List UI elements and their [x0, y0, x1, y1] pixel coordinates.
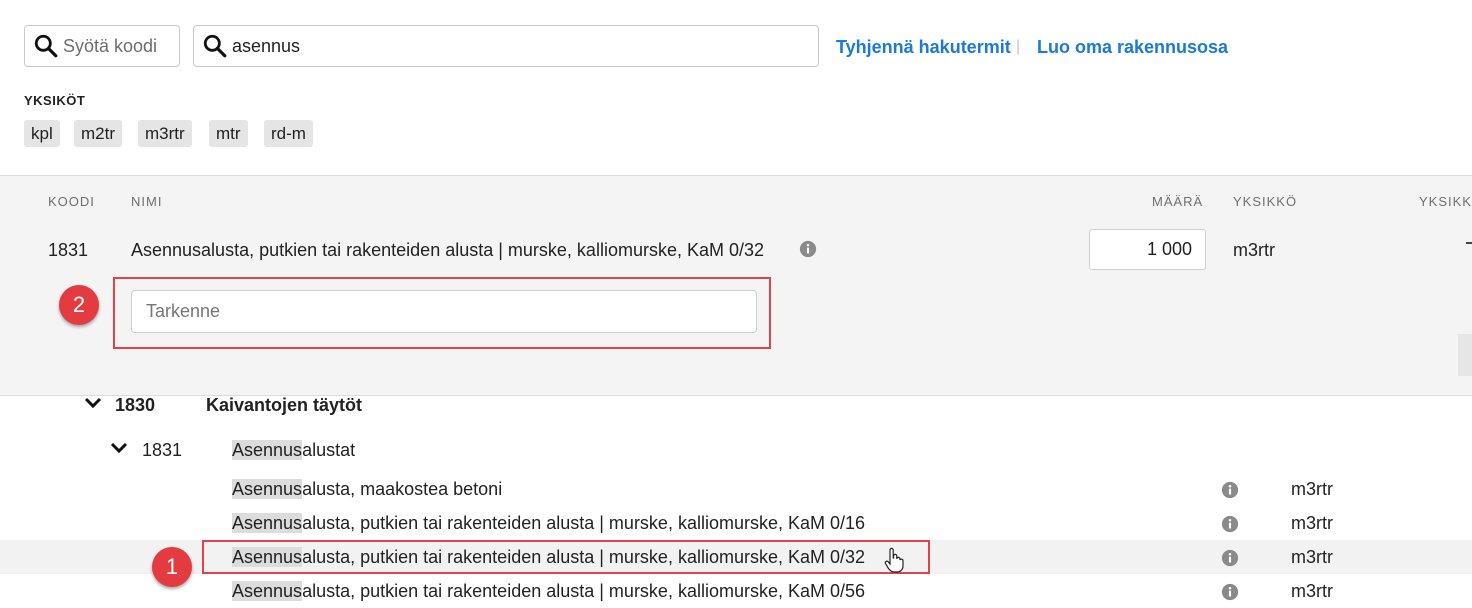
chevron-down-icon[interactable]	[110, 442, 128, 454]
info-icon[interactable]	[1221, 583, 1239, 601]
info-icon[interactable]	[799, 240, 817, 258]
list-item[interactable]: Asennusalusta, putkien tai rakenteiden a…	[0, 506, 1472, 540]
column-header-unit-price: YKSIKK	[1419, 194, 1472, 209]
annotation-box-1	[202, 540, 930, 574]
item-unit: m3rtr	[1291, 581, 1333, 601]
amount-input[interactable]	[1089, 229, 1206, 270]
item-name-rest: alusta, putkien tai rakenteiden alusta |…	[302, 581, 866, 601]
create-own-component-link[interactable]: Luo oma rakennusosa	[1037, 37, 1228, 58]
info-icon[interactable]	[1221, 515, 1239, 533]
annotation-badge-2: 2	[59, 285, 99, 325]
item-name: Asennusalusta, putkien tai rakenteiden a…	[232, 513, 865, 534]
column-header-unit: YKSIKKÖ	[1233, 194, 1298, 209]
tree-subgroup-code: 1831	[142, 440, 183, 460]
code-search-input[interactable]	[63, 31, 173, 61]
unit-chip-m2tr[interactable]: m2tr	[74, 120, 122, 147]
column-header-name: NIMI	[131, 194, 163, 209]
unit-chip-rd-m[interactable]: rd-m	[264, 120, 313, 147]
unit-chip-m3rtr[interactable]: m3rtr	[138, 120, 192, 147]
tree-subgroup-rest: alustat	[302, 440, 356, 460]
item-name-rest: alusta, maakostea betoni	[302, 479, 503, 499]
column-header-code: KOODI	[48, 194, 95, 209]
term-search-input[interactable]	[232, 31, 792, 61]
item-unit: m3rtr	[1291, 513, 1333, 533]
column-header-amount: MÄÄRÄ	[1152, 194, 1204, 209]
tree-subgroup-name[interactable]: Asennusalustat	[232, 440, 355, 461]
item-name: Asennusalusta, putkien tai rakenteiden a…	[232, 581, 865, 602]
info-icon[interactable]	[1221, 549, 1239, 567]
annotation-box-2	[113, 277, 771, 349]
info-icon[interactable]	[1221, 481, 1239, 499]
tree-group-code: 1830	[115, 395, 156, 415]
term-search-box[interactable]	[193, 25, 819, 67]
list-item[interactable]: Asennusalusta, maakostea betoni m3rtr	[0, 472, 1472, 506]
unit-chip-mtr[interactable]: mtr	[209, 120, 248, 147]
hand-cursor-icon	[884, 547, 904, 573]
scroll-edge[interactable]	[1458, 334, 1472, 376]
unit-price-dash	[1466, 242, 1472, 244]
item-unit: m3rtr	[1291, 479, 1333, 499]
item-name-rest: alusta, putkien tai rakenteiden alusta |…	[302, 513, 866, 533]
unit-chip-kpl[interactable]: kpl	[24, 120, 60, 147]
search-icon	[203, 34, 227, 58]
item-name: Asennusalusta, maakostea betoni	[232, 479, 502, 500]
code-search-box[interactable]	[24, 25, 180, 67]
search-highlight: Asennus	[232, 513, 303, 533]
chevron-down-icon[interactable]	[84, 397, 102, 409]
search-highlight: Asennus	[232, 440, 303, 460]
selected-item-code: 1831	[48, 240, 89, 260]
tree-group-name[interactable]: Kaivantojen täytöt	[206, 395, 362, 416]
selected-item-name: Asennusalusta, putkien tai rakenteiden a…	[131, 240, 765, 260]
clear-search-link[interactable]: Tyhjennä hakutermit	[836, 37, 1011, 58]
link-separator: |	[1016, 38, 1021, 55]
search-highlight: Asennus	[232, 581, 303, 601]
item-unit: m3rtr	[1291, 547, 1333, 567]
search-icon	[34, 34, 58, 58]
search-highlight: Asennus	[232, 479, 303, 499]
selected-item-unit: m3rtr	[1233, 240, 1275, 260]
list-item[interactable]: Asennusalusta, putkien tai rakenteiden a…	[0, 574, 1472, 608]
units-title: YKSIKÖT	[24, 93, 86, 108]
